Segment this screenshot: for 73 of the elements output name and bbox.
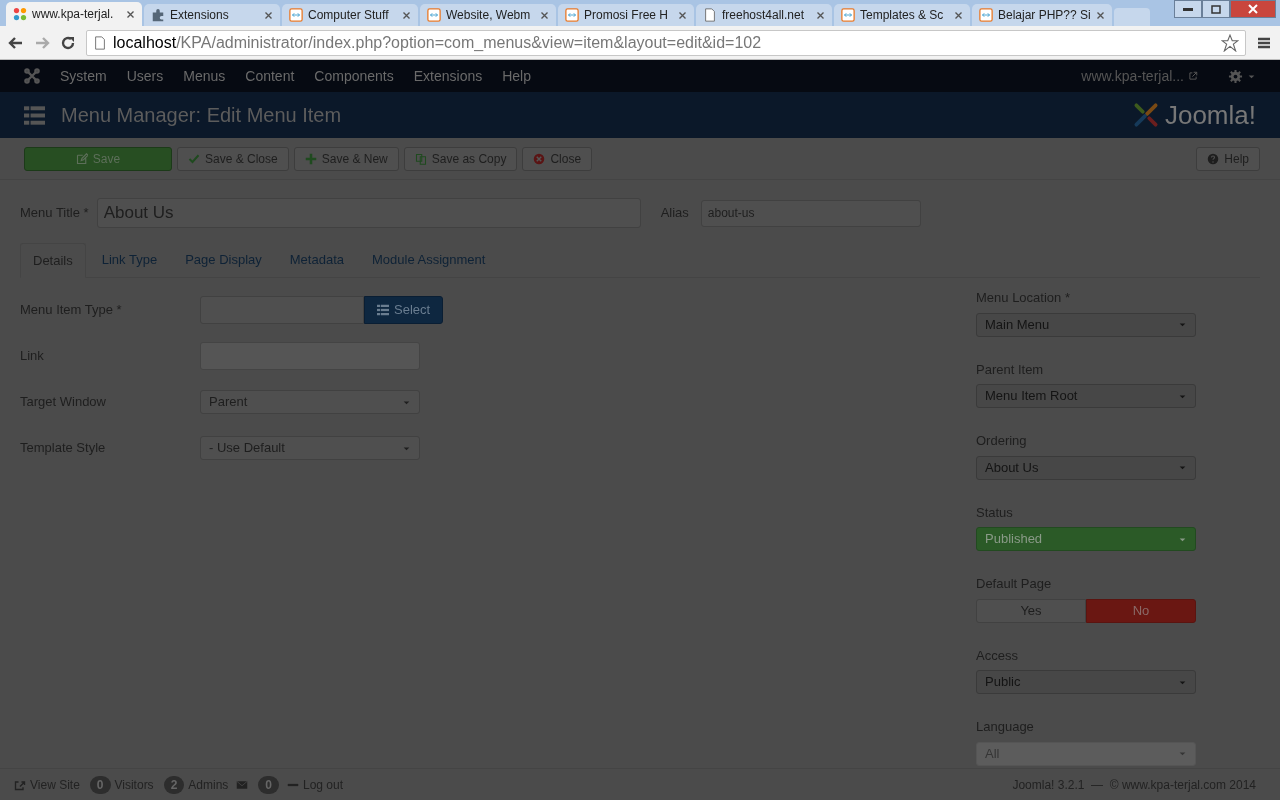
close-icon[interactable] <box>954 10 963 20</box>
nav-menu-item[interactable]: Extensions <box>413 65 483 87</box>
close-icon[interactable] <box>402 10 411 20</box>
reload-icon <box>60 34 76 51</box>
puzzle-icon <box>151 8 165 22</box>
caret-icon <box>1178 320 1187 329</box>
browser-tab[interactable]: www.kpa-terjal. <box>6 2 142 26</box>
count-badge: 0 <box>258 775 279 794</box>
browser-tab[interactable]: Computer Stuff <box>282 4 418 26</box>
nav-menu-item[interactable]: Users <box>126 65 164 87</box>
nav-menu-item[interactable]: Content <box>245 65 295 87</box>
minimize-icon <box>1183 7 1193 11</box>
settings-dropdown[interactable] <box>1228 68 1256 84</box>
website-icon <box>841 8 855 22</box>
website-icon <box>979 8 993 22</box>
form-tab[interactable]: Page Display <box>173 242 274 277</box>
form-tab[interactable]: Module Assignment <box>360 242 498 277</box>
close-button[interactable] <box>1230 0 1276 18</box>
address-bar[interactable]: localhost/KPA/administrator/index.php?option=com_menus&view=item&layout=edit&id=102 <box>86 29 1246 56</box>
count-badge: 2 <box>163 775 185 794</box>
nav-menu-item[interactable]: Components <box>314 65 394 87</box>
form-tab[interactable]: Metadata <box>277 242 356 277</box>
close-icon[interactable] <box>540 10 549 20</box>
page-title: Menu Manager: Edit Menu Item <box>61 103 343 128</box>
check-icon <box>188 152 200 165</box>
close-icon[interactable] <box>126 9 135 19</box>
page-icon <box>93 35 107 50</box>
restore-button[interactable] <box>1202 0 1230 18</box>
list-icon <box>24 104 45 126</box>
nav-menu-item[interactable]: Help <box>502 65 531 87</box>
star-icon <box>1221 33 1239 52</box>
count-badge: 0 <box>89 775 111 794</box>
close-icon[interactable] <box>1095 10 1105 20</box>
browser-tab[interactable]: Extensions <box>144 4 280 26</box>
close-icon[interactable] <box>678 10 687 20</box>
list-icon <box>377 304 389 316</box>
browser-tab[interactable]: Website, Webm <box>420 4 556 26</box>
form-tab[interactable]: Link Type <box>89 242 170 277</box>
nav-menu-item[interactable]: Menus <box>183 65 226 87</box>
url-text: localhost/KPA/administrator/index.php?option=com_menus&view=item&layout=edit&id=102 <box>113 32 763 53</box>
envelope-icon <box>236 778 249 791</box>
website-icon <box>565 8 579 22</box>
caret-icon <box>1178 749 1187 758</box>
copy-icon <box>414 152 427 165</box>
website-icon <box>289 8 303 22</box>
type-input[interactable] <box>200 296 364 324</box>
close-icon[interactable] <box>816 10 825 20</box>
close-icon <box>1248 4 1258 14</box>
browser-tab[interactable]: freehost4all.net <box>696 4 832 26</box>
restore-icon <box>1211 4 1221 14</box>
forward-icon <box>34 34 50 51</box>
page-icon <box>703 8 717 22</box>
caret-icon <box>1178 463 1187 472</box>
help-icon <box>1207 152 1220 165</box>
joomla-logo: Joomla! <box>1130 95 1256 135</box>
select-button[interactable]: Select <box>364 296 444 324</box>
minimize-button[interactable] <box>1174 0 1202 18</box>
toggle-option[interactable]: No <box>1086 598 1196 623</box>
settings-icon <box>1228 68 1243 84</box>
edit-icon <box>75 152 88 165</box>
close-icon[interactable] <box>264 10 273 20</box>
browser-tab[interactable]: Belajar PHP?? Si <box>972 4 1112 26</box>
site-link[interactable]: www.kpa-terjal... <box>1081 65 1198 87</box>
back-icon <box>8 34 24 51</box>
browser-tab[interactable]: Promosi Free H <box>558 4 694 26</box>
plus-icon <box>304 152 317 165</box>
external-link-icon <box>1188 71 1198 81</box>
nav-menu-item[interactable]: System <box>60 65 107 87</box>
save-button[interactable]: Save <box>24 146 172 171</box>
share-icon <box>14 778 26 791</box>
website-icon <box>427 8 441 22</box>
browser-tab[interactable]: Templates & Sc <box>834 4 970 26</box>
close-icon <box>533 152 546 165</box>
